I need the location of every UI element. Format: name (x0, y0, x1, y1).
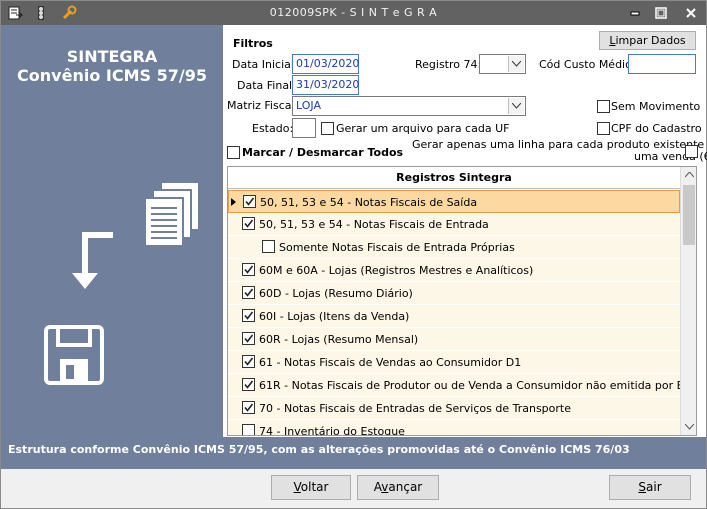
registro-checkbox[interactable] (242, 401, 255, 414)
estado-label: Estado: (252, 122, 294, 135)
registro-label: 74 - Inventário do Estoque (259, 425, 405, 436)
registro-row[interactable]: 61R - Notas Fiscais de Produtor ou de Ve… (228, 374, 696, 397)
scroll-down-icon[interactable] (685, 424, 694, 430)
gerar-linha-60i-checkbox[interactable] (685, 145, 698, 158)
panel-title-line2: Convênio ICMS 57/95 (17, 66, 207, 85)
registro-label: 50, 51, 53 e 54 - Notas Fiscais de Saída (260, 196, 478, 209)
vertical-scrollbar[interactable] (680, 167, 696, 435)
registro-row[interactable]: 60M e 60A - Lojas (Registros Mestres e A… (228, 259, 680, 282)
matriz-value: LOJA (296, 99, 321, 112)
avancar-button[interactable]: Avançar (357, 475, 439, 500)
registro-label: 60R - Lojas (Resumo Mensal) (259, 333, 419, 346)
registro-checkbox[interactable] (243, 195, 256, 208)
registro-label: Somente Notas Fiscais de Entrada Própria… (279, 241, 515, 254)
registro-row[interactable]: 70 - Notas Fiscais de Entradas de Serviç… (228, 397, 680, 420)
registro-row[interactable]: 74 - Inventário do Estoque (228, 420, 680, 436)
sair-button[interactable]: Sair (609, 475, 691, 500)
checkmark-icon (244, 380, 254, 389)
checkmark-icon (244, 403, 254, 412)
left-info-panel: SINTEGRA Convênio ICMS 57/95 (1, 25, 223, 437)
checkmark-icon (244, 219, 254, 228)
chevron-down-icon[interactable] (508, 56, 524, 72)
gerar-linha-line2: uma venda (60I) (633, 150, 707, 163)
grid-header: Registros Sintegra (228, 167, 680, 189)
row-pointer-icon (231, 198, 236, 206)
scrollbar-thumb[interactable] (683, 185, 695, 245)
registro-checkbox[interactable] (242, 217, 255, 230)
registro-row[interactable]: 50, 51, 53 e 54 - Notas Fiscais de Entra… (228, 213, 680, 236)
data-inicial-label: Data Inicial: (232, 58, 298, 71)
sem-movimento-checkbox[interactable] (597, 100, 610, 113)
data-final-field[interactable]: 31/03/2020 (292, 75, 359, 95)
panel-title: SINTEGRA Convênio ICMS 57/95 (1, 47, 223, 85)
registro-label: 61 - Notas Fiscais de Vendas ao Consumid… (259, 356, 522, 369)
scroll-up-icon[interactable] (685, 172, 694, 178)
registro-row[interactable]: 61 - Notas Fiscais de Vendas ao Consumid… (228, 351, 680, 374)
cod-custo-label: Cód Custo Médio: (539, 58, 636, 71)
arrow-down-icon (72, 232, 113, 289)
minimize-icon[interactable] (628, 6, 642, 20)
registro-label: 60M e 60A - Lojas (Registros Mestres e A… (259, 264, 534, 277)
registro-checkbox[interactable] (242, 378, 255, 391)
footer-bar: Voltar Avançar Sair (1, 469, 706, 508)
panel-title-line1: SINTEGRA (66, 47, 158, 66)
matriz-label: Matriz Fiscal: (227, 99, 299, 112)
registro-label: 50, 51, 53 e 54 - Notas Fiscais de Entra… (259, 218, 489, 231)
grid-rows: 50, 51, 53 e 54 - Notas Fiscais de Saída… (228, 190, 696, 436)
registro-checkbox[interactable] (242, 332, 255, 345)
registro-checkbox[interactable] (242, 355, 255, 368)
checkmark-icon (244, 265, 254, 274)
sintegra-window: 012009SPK - S I N T e G R A SINTEGRA Con… (0, 0, 707, 509)
status-description: Estrutura conforme Convênio ICMS 57/95, … (1, 437, 706, 469)
registro-label: 60D - Lojas (Resumo Diário) (259, 287, 413, 300)
registro-row[interactable]: 60D - Lojas (Resumo Diário) (228, 282, 680, 305)
registro-label: 70 - Notas Fiscais de Entradas de Serviç… (259, 402, 572, 415)
checkmark-icon (245, 197, 255, 206)
registro74-label: Registro 74: (415, 58, 482, 71)
registro-checkbox[interactable] (242, 286, 255, 299)
maximize-icon[interactable] (654, 6, 668, 20)
cpf-cadastro-label: CPF do Cadastro (611, 122, 702, 135)
cpf-cadastro-checkbox[interactable] (597, 122, 610, 135)
marcar-todos-label: Marcar / Desmarcar Todos (242, 146, 404, 159)
gerar-arquivo-uf-label: Gerar um arquivo para cada UF (336, 122, 510, 135)
window-title: 012009SPK - S I N T e G R A (269, 6, 438, 19)
registro-label: 61R - Notas Fiscais de Produtor ou de Ve… (259, 379, 697, 392)
registro-row[interactable]: Somente Notas Fiscais de Entrada Própria… (228, 236, 680, 259)
registro-row[interactable]: 60I - Lojas (Itens da Venda) (228, 305, 680, 328)
marcar-todos-checkbox[interactable] (227, 146, 240, 159)
close-icon[interactable] (684, 6, 698, 20)
registro74-select[interactable] (479, 54, 526, 74)
documents-icon (144, 181, 200, 247)
registro-checkbox[interactable] (242, 424, 255, 435)
registro-checkbox[interactable] (242, 309, 255, 322)
checkmark-icon (244, 288, 254, 297)
estado-field[interactable] (292, 118, 316, 138)
filters-section-label: Filtros (233, 37, 273, 50)
cod-custo-field[interactable] (628, 54, 696, 74)
checkmark-icon (244, 311, 254, 320)
registros-grid: Registros Sintegra 50, 51, 53 e 54 - Not… (227, 166, 697, 436)
data-inicial-field[interactable]: 01/03/2020 (292, 54, 359, 74)
title-bar: 012009SPK - S I N T e G R A (1, 1, 706, 25)
registro-row[interactable]: 60R - Lojas (Resumo Mensal) (228, 328, 680, 351)
data-final-label: Data Final: (237, 79, 296, 92)
registro-row[interactable]: 50, 51, 53 e 54 - Notas Fiscais de Saída (228, 190, 680, 213)
checkmark-icon (244, 334, 254, 343)
registro-label: 60I - Lojas (Itens da Venda) (259, 310, 410, 323)
registro-checkbox[interactable] (242, 263, 255, 276)
checkmark-icon (244, 357, 254, 366)
gerar-arquivo-uf-checkbox[interactable] (321, 122, 334, 135)
voltar-button[interactable]: Voltar (271, 475, 351, 500)
sem-movimento-label: Sem Movimento (611, 100, 701, 113)
floppy-disk-icon (44, 325, 104, 385)
chevron-down-icon[interactable] (508, 98, 524, 114)
gerar-linha-label: Gerar apenas uma linha para cada produto… (412, 139, 707, 163)
clear-data-button[interactable]: Limpar Dados (599, 31, 696, 50)
matriz-fiscal-select[interactable]: LOJA (292, 96, 526, 116)
registro-checkbox[interactable] (262, 240, 275, 253)
